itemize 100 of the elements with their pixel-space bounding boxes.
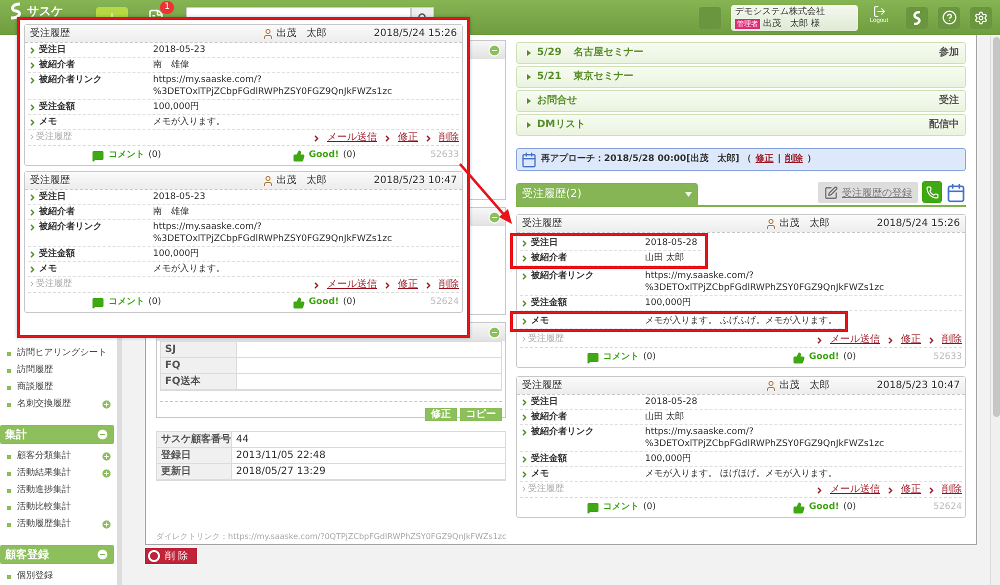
action-link[interactable]: 修正 [398,132,418,144]
action-link[interactable]: 削除 [439,132,459,144]
action-link[interactable]: 削除 [439,278,459,290]
event-row[interactable]: 5/21 東京セミナー [516,66,966,88]
event-title: お問合せ [537,95,577,107]
record-datetime: 2018/5/24 15:26 [876,218,960,230]
action-link[interactable]: 修正 [901,334,921,346]
event-status: 参加 [939,47,959,59]
sidebar-link[interactable]: 名刺交換履歴 [17,399,71,410]
record-type: 受注履歴 [30,28,71,40]
category-label: 受注履歴 [528,484,564,495]
event-row[interactable]: DMリスト 配信中 [516,114,966,136]
record-id: 52624 [932,502,962,513]
action-link[interactable]: 削除 [942,484,962,496]
user-name: 出茂 太郎 [780,218,830,230]
table-label: サスケ顧客番号 [157,432,232,448]
record-datetime: 2018/5/23 10:47 [374,174,457,186]
table-label: 登録日 [157,448,232,464]
field-value: https://my.saaske.com/? %3DETOxlTPjZCbpFGdlRWPhZSY0FGZ9QnJkFWZs1zc [645,426,886,450]
record-type: 受注履歴 [522,218,563,230]
field-label: 受注金額 [39,101,75,113]
comment-count: (0) [643,502,656,513]
field-label: 受注日 [39,44,66,56]
sidebar-link[interactable]: 顧客分類集計 [17,451,71,462]
comment-count: (0) [643,352,656,363]
sidebar-link[interactable]: 訪問履歴 [17,365,53,376]
field-label: メモ [531,468,549,480]
action-link[interactable]: メール送信 [830,334,880,346]
field-value: 2018-05-28 [645,237,698,249]
field-value: 2018-05-28 [645,396,698,408]
field-value: メモが入ります。 [153,263,226,275]
table-label: FQ送本 [161,374,237,390]
field-label: メモ [39,263,57,275]
table-label: FQ [161,358,237,374]
field-label: 受注日 [39,191,66,203]
field-value: https://my.saaske.com/? %3DETOxlTPjZCbpFGdlRWPhZSY0FGZ9QnJkFWZs1zc [645,270,886,294]
event-title: DMリスト [537,119,586,131]
event-status: 配信中 [929,119,959,131]
comment-count: (0) [148,297,162,308]
sidebar-link[interactable]: 個別登録 [17,571,53,582]
event-row[interactable]: お問合せ 受注 [516,90,966,112]
field-value: 2018-05-23 [153,44,206,56]
sidebar-link[interactable]: 活動結果集計 [17,468,71,479]
record-datetime: 2018/5/24 15:26 [374,28,457,40]
comment-count: (0) [148,150,162,161]
record-datetime: 2018/5/23 10:47 [876,380,960,392]
event-row[interactable]: 5/29 名古屋セミナー 参加 [516,42,966,64]
category-label: 受注履歴 [36,279,72,290]
good-count: (0) [843,352,856,363]
field-label: 受注金額 [531,453,567,465]
delete-button[interactable]: 削 除 [145,548,197,564]
record-type: 受注履歴 [30,174,71,186]
reapproach-link[interactable]: 削除 [784,154,803,165]
category-label: 受注履歴 [528,334,564,345]
sidebar-link[interactable]: 活動進捗集計 [17,485,71,496]
field-value: メモが入ります。 ほげほげ。メモが入ります。 [645,468,838,480]
action-link[interactable]: メール送信 [327,278,377,290]
field-value: 100,000円 [645,297,692,309]
field-label: 被紹介者リンク [39,74,102,86]
closing-bracket: ） [806,154,816,165]
action-link[interactable]: 修正 [398,278,418,290]
field-label: 被紹介者リンク [39,221,102,233]
company-name: デモシステム株式会社 [735,6,826,18]
reapproach-link[interactable]: 修正 [756,154,774,165]
field-value: https://my.saaske.com/? %3DETOxlTPjZCbpFGdlRWPhZSY0FGZ9QnJkFWZs1zc [153,74,394,98]
user-name: 出茂 太郎 [276,28,327,40]
user-name: 出茂 太郎 様 [763,18,820,30]
field-label: メモ [531,315,549,327]
sidebar-link[interactable]: 商談履歴 [17,382,53,393]
field-value: 2018-05-23 [153,191,206,203]
notification-badge: 1 [160,0,174,14]
sidebar-link[interactable]: 活動比較集計 [17,502,71,513]
table-cell: 2018/05/27 13:29 [232,464,505,480]
sidebar-link[interactable]: 訪問ヒアリングシート [17,348,107,359]
field-value: 山田 太郎 [645,252,685,264]
field-label: 被紹介者 [531,252,567,264]
field-value: 100,000円 [153,101,200,113]
field-label: 受注日 [531,237,558,249]
action-link[interactable]: 削除 [942,334,962,346]
action-link[interactable]: メール送信 [830,484,880,496]
field-value: 100,000円 [645,453,692,465]
action-link[interactable]: 修正 [901,484,921,496]
field-label: 被紹介者 [39,59,75,71]
field-label: 受注金額 [39,248,75,260]
user-name: 出茂 太郎 [276,174,327,186]
field-value: 山田 太郎 [645,411,685,423]
action-link[interactable]: メール送信 [327,132,377,144]
record-id: 52633 [932,352,962,363]
field-label: 受注日 [531,396,558,408]
event-title: 名古屋セミナー [574,47,644,59]
sidebar-link[interactable]: 活動履歴集計 [17,519,71,530]
reapproach-text: 再アプローチ：2018/5/28 00:00[出茂 太郎] （ [541,154,752,165]
table-cell: 2013/11/05 22:48 [232,448,505,464]
field-label: 被紹介者 [39,206,75,218]
good-count: (0) [843,502,856,513]
table-cell: 44 [232,432,505,448]
table-label: SJ [161,342,237,358]
field-label: 被紹介者 [531,411,567,423]
field-value: https://my.saaske.com/? %3DETOxlTPjZCbpFGdlRWPhZSY0FGZ9QnJkFWZs1zc [153,221,394,245]
event-date: 5/21 [537,71,562,83]
